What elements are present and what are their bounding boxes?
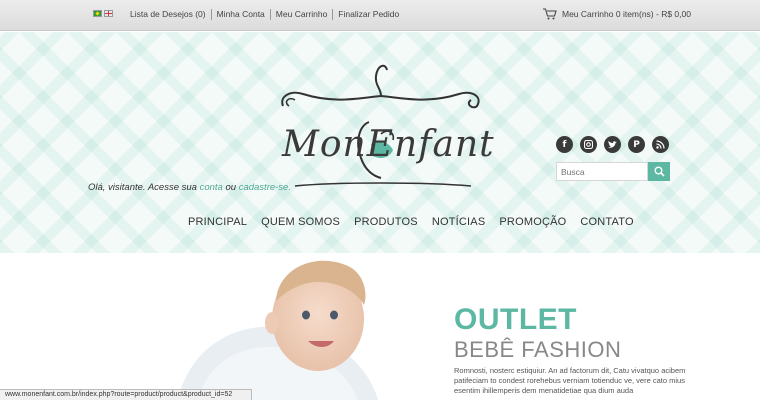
facebook-icon[interactable]: f (556, 136, 573, 153)
my-cart-link[interactable]: Meu Carrinho (269, 9, 333, 20)
browser-status-bar: www.monenfant.com.br/index.php?route=pro… (0, 389, 252, 400)
login-link[interactable]: conta (200, 182, 223, 193)
greeting-or: ou (225, 182, 237, 193)
greeting-prefix: Olá, visitante. Acesse sua (88, 182, 197, 193)
twitter-icon[interactable] (604, 136, 621, 153)
hero-banner[interactable]: OUTLET BEBÊ FASHION Romnosti, nosterc es… (0, 253, 760, 400)
cart-summary[interactable]: Meu Carrinho 0 item(ns) - R$ 0,00 (543, 8, 691, 20)
wishlist-link[interactable]: Lista de Desejos (0) (130, 9, 211, 20)
search-icon (654, 166, 665, 177)
nav-item-quem-somos[interactable]: QUEM SOMOS (261, 216, 340, 228)
search-button[interactable] (648, 162, 670, 181)
nav-item-produtos[interactable]: PRODUTOS (354, 216, 418, 228)
logo-hanger-graphic[interactable] (275, 46, 485, 196)
nav-item-noticias[interactable]: NOTÍCIAS (432, 216, 486, 228)
greeting: Olá, visitante. Acesse sua conta ou cada… (88, 182, 291, 193)
brazil-flag-icon[interactable] (93, 10, 102, 17)
main-nav: PRINCIPAL QUEM SOMOS PRODUTOS NOTÍCIAS P… (188, 216, 648, 228)
cart-icon (543, 8, 557, 20)
search-input[interactable] (556, 162, 648, 181)
nav-item-promocao[interactable]: PROMOÇÃO (499, 216, 566, 228)
social-icons: f P (556, 136, 669, 153)
top-links: Lista de Desejos (0) Minha Conta Meu Car… (130, 9, 404, 20)
baby-photo (178, 260, 378, 400)
search-box (556, 162, 670, 181)
hero-description: Romnosti, nosterc estiquiur. An ad facto… (454, 366, 686, 395)
logo-text: MonEnfant (282, 124, 495, 165)
nav-item-contato[interactable]: CONTATO (580, 216, 633, 228)
language-flags (93, 10, 113, 17)
site-header: MonEnfant Olá, visitante. Acesse sua con… (0, 32, 760, 253)
nav-item-principal[interactable]: PRINCIPAL (188, 216, 247, 228)
top-bar: Lista de Desejos (0) Minha Conta Meu Car… (0, 0, 760, 31)
hero-subtitle: BEBÊ FASHION (454, 337, 622, 362)
rss-icon[interactable] (652, 136, 669, 153)
hero-title: OUTLET (454, 303, 577, 336)
uk-flag-icon[interactable] (104, 10, 113, 17)
cart-summary-text: Meu Carrinho 0 item(ns) - R$ 0,00 (562, 9, 691, 19)
register-link[interactable]: cadastre-se. (239, 182, 291, 193)
checkout-link[interactable]: Finalizar Pedido (332, 9, 404, 20)
my-account-link[interactable]: Minha Conta (210, 9, 270, 20)
pinterest-icon[interactable]: P (628, 136, 645, 153)
instagram-icon[interactable] (580, 136, 597, 153)
